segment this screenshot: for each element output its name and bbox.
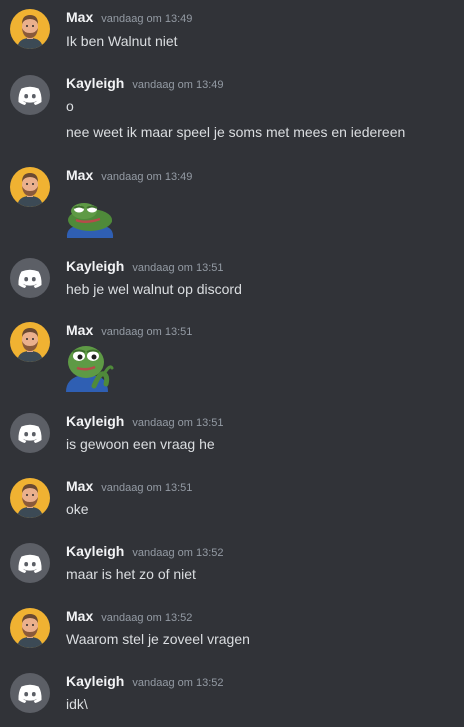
avatar-max[interactable] <box>10 322 50 362</box>
avatar-max[interactable] <box>10 608 50 648</box>
username[interactable]: Kayleigh <box>66 673 124 689</box>
timestamp: vandaag om 13:52 <box>132 547 224 559</box>
username[interactable]: Max <box>66 167 93 183</box>
username[interactable]: Kayleigh <box>66 543 124 559</box>
avatar-kayleigh[interactable] <box>10 673 50 713</box>
message-text: idk\ <box>66 696 88 712</box>
pepe-thinking-emoji[interactable] <box>64 342 116 397</box>
timestamp: vandaag om 13:51 <box>132 417 224 429</box>
message-text: oke <box>66 501 89 517</box>
message-text: o <box>66 98 74 114</box>
username[interactable]: Kayleigh <box>66 413 124 429</box>
avatar-kayleigh[interactable] <box>10 258 50 298</box>
message-text: Waarom stel je zoveel vragen <box>66 631 250 647</box>
timestamp: vandaag om 13:51 <box>101 482 193 494</box>
avatar-max[interactable] <box>10 478 50 518</box>
message-text: heb je wel walnut op discord <box>66 281 242 297</box>
timestamp: vandaag om 13:49 <box>101 171 193 183</box>
username[interactable]: Max <box>66 9 93 25</box>
avatar-kayleigh[interactable] <box>10 543 50 583</box>
username[interactable]: Kayleigh <box>66 75 124 91</box>
message-text: nee weet ik maar speel je soms met mees … <box>66 124 406 140</box>
chat-messages: Max vandaag om 13:49 Ik ben Walnut niet … <box>0 0 464 727</box>
avatar-max[interactable] <box>10 9 50 49</box>
avatar-kayleigh[interactable] <box>10 413 50 453</box>
username[interactable]: Max <box>66 478 93 494</box>
timestamp: vandaag om 13:49 <box>132 79 224 91</box>
username[interactable]: Kayleigh <box>66 258 124 274</box>
message-text: is gewoon een vraag he <box>66 436 215 452</box>
avatar-max[interactable] <box>10 167 50 207</box>
message-text: maar is het zo of niet <box>66 566 196 582</box>
username[interactable]: Max <box>66 322 93 338</box>
timestamp: vandaag om 13:52 <box>132 677 224 689</box>
username[interactable]: Max <box>66 608 93 624</box>
timestamp: vandaag om 13:52 <box>101 612 193 624</box>
message-text: Ik ben Walnut niet <box>66 33 178 49</box>
timestamp: vandaag om 13:51 <box>132 262 224 274</box>
pepe-lying-emoji[interactable] <box>64 198 116 243</box>
avatar-kayleigh[interactable] <box>10 75 50 115</box>
timestamp: vandaag om 13:49 <box>101 13 193 25</box>
timestamp: vandaag om 13:51 <box>101 326 193 338</box>
